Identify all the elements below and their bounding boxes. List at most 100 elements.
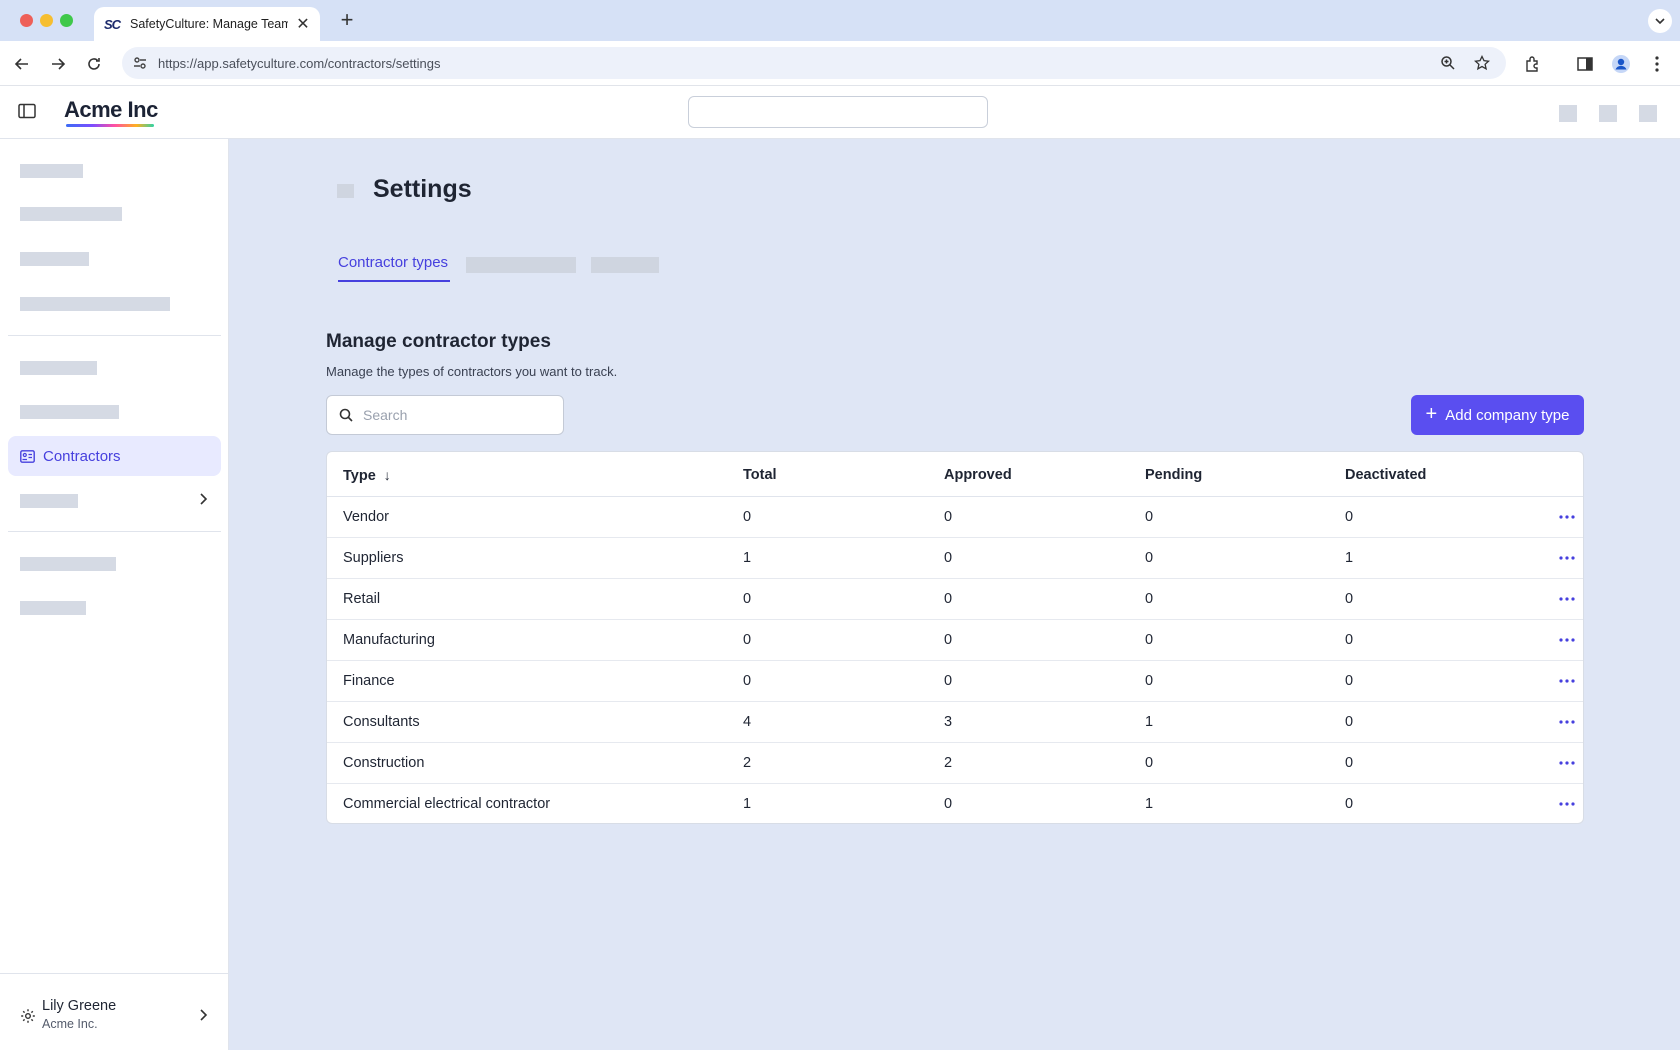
url-text: https://app.safetyculture.com/contractor… bbox=[158, 55, 441, 71]
tab-contractor-types[interactable]: Contractor types bbox=[338, 254, 448, 271]
cell-pending: 0 bbox=[1145, 755, 1154, 771]
window-close-button[interactable] bbox=[20, 14, 33, 27]
reload-button[interactable] bbox=[82, 52, 106, 76]
sidebar-divider bbox=[8, 531, 221, 532]
sidebar-item-placeholder[interactable] bbox=[20, 207, 122, 221]
column-header-deactivated: Deactivated bbox=[1345, 467, 1427, 483]
tab-close-icon[interactable]: ✕ bbox=[296, 14, 310, 34]
bookmark-star-icon[interactable] bbox=[1474, 47, 1490, 79]
column-header-type[interactable]: Type ↓ bbox=[343, 467, 391, 484]
chevron-right-icon[interactable] bbox=[196, 492, 210, 506]
search-icon bbox=[339, 408, 353, 422]
cell-deactivated: 0 bbox=[1345, 796, 1354, 812]
cell-approved: 0 bbox=[944, 591, 953, 607]
address-bar[interactable]: https://app.safetyculture.com/contractor… bbox=[122, 47, 1506, 79]
zoom-icon[interactable] bbox=[1440, 47, 1456, 79]
extensions-icon[interactable] bbox=[1521, 52, 1545, 76]
forward-button[interactable] bbox=[46, 52, 70, 76]
arrow-right-icon bbox=[52, 58, 66, 70]
user-name: Lily Greene bbox=[42, 998, 117, 1014]
profile-avatar-icon[interactable] bbox=[1609, 52, 1633, 76]
sidebar-toggle-icon[interactable] bbox=[18, 103, 38, 123]
table-row[interactable]: Consultants 4 3 1 0 bbox=[327, 702, 1583, 743]
cell-type: Finance bbox=[343, 673, 395, 689]
cell-total: 4 bbox=[743, 714, 752, 730]
browser-toolbar: https://app.safetyculture.com/contractor… bbox=[0, 41, 1680, 86]
cell-total: 0 bbox=[743, 509, 752, 525]
cell-approved: 0 bbox=[944, 509, 953, 525]
table-row[interactable]: Construction 2 2 0 0 bbox=[327, 743, 1583, 784]
arrow-left-icon bbox=[14, 58, 28, 70]
cell-deactivated: 0 bbox=[1345, 714, 1354, 730]
cell-type: Suppliers bbox=[343, 550, 404, 566]
search-field[interactable] bbox=[326, 395, 564, 435]
cell-type: Vendor bbox=[343, 509, 389, 525]
back-button[interactable] bbox=[10, 52, 34, 76]
sidebar-item-placeholder[interactable] bbox=[20, 164, 83, 178]
cell-pending: 0 bbox=[1145, 673, 1154, 689]
browser-tab[interactable]: SC SafetyCulture: Manage Teams and... ✕ bbox=[94, 7, 320, 41]
user-menu[interactable]: Lily Greene Acme Inc. bbox=[0, 973, 229, 1050]
more-options-icon[interactable] bbox=[1555, 752, 1579, 774]
column-header-label: Type bbox=[343, 468, 376, 484]
sidebar-item-placeholder[interactable] bbox=[20, 601, 86, 615]
more-options-icon[interactable] bbox=[1555, 506, 1579, 528]
cell-pending: 0 bbox=[1145, 632, 1154, 648]
table-row[interactable]: Finance 0 0 0 0 bbox=[327, 661, 1583, 702]
add-company-type-button[interactable]: + Add company type bbox=[1411, 395, 1584, 435]
chevron-right-icon bbox=[196, 1008, 210, 1022]
reload-icon bbox=[88, 58, 100, 70]
table-row[interactable]: Retail 0 0 0 0 bbox=[327, 579, 1583, 620]
cell-type: Manufacturing bbox=[343, 632, 435, 648]
chevron-down-icon bbox=[1655, 18, 1665, 25]
table-row[interactable]: Manufacturing 0 0 0 0 bbox=[327, 620, 1583, 661]
add-company-type-label: Add company type bbox=[1445, 406, 1570, 424]
tab-search-button[interactable] bbox=[1648, 9, 1672, 33]
back-button-placeholder[interactable] bbox=[337, 184, 354, 198]
section-description: Manage the types of contractors you want… bbox=[326, 364, 618, 379]
sidebar-item-contractors[interactable]: Contractors bbox=[8, 436, 221, 476]
cell-deactivated: 0 bbox=[1345, 632, 1354, 648]
sidebar-item-placeholder[interactable] bbox=[20, 405, 119, 419]
more-options-icon[interactable] bbox=[1555, 670, 1579, 692]
table-row[interactable]: Commercial electrical contractor 1 0 1 0 bbox=[327, 784, 1583, 823]
sort-descending-icon[interactable]: ↓ bbox=[384, 467, 391, 483]
more-options-icon[interactable] bbox=[1555, 711, 1579, 733]
header-action-placeholder[interactable] bbox=[1599, 105, 1617, 122]
site-settings-icon[interactable] bbox=[132, 55, 148, 71]
cell-deactivated: 0 bbox=[1345, 755, 1354, 771]
column-header-approved: Approved bbox=[944, 467, 1012, 483]
search-input[interactable] bbox=[363, 407, 543, 423]
global-search-input[interactable] bbox=[688, 96, 988, 128]
more-options-icon[interactable] bbox=[1555, 588, 1579, 610]
table-row[interactable]: Vendor 0 0 0 0 bbox=[327, 497, 1583, 538]
window-maximize-button[interactable] bbox=[60, 14, 73, 27]
side-panel-icon[interactable] bbox=[1573, 52, 1597, 76]
sidebar-item-placeholder[interactable] bbox=[20, 252, 89, 266]
page-title: Settings bbox=[373, 175, 472, 203]
window-minimize-button[interactable] bbox=[40, 14, 53, 27]
cell-deactivated: 0 bbox=[1345, 673, 1354, 689]
table-row[interactable]: Suppliers 1 0 0 1 bbox=[327, 538, 1583, 579]
header-action-placeholder[interactable] bbox=[1639, 105, 1657, 122]
browser-menu-icon[interactable] bbox=[1645, 52, 1669, 76]
more-options-icon[interactable] bbox=[1555, 793, 1579, 815]
more-options-icon[interactable] bbox=[1555, 629, 1579, 651]
tab-placeholder[interactable] bbox=[591, 257, 659, 273]
cell-approved: 0 bbox=[944, 673, 953, 689]
cell-approved: 0 bbox=[944, 550, 953, 566]
sidebar-item-placeholder[interactable] bbox=[20, 297, 170, 311]
tab-placeholder[interactable] bbox=[466, 257, 576, 273]
cell-pending: 1 bbox=[1145, 714, 1154, 730]
sidebar-item-placeholder[interactable] bbox=[20, 557, 116, 571]
column-header-pending: Pending bbox=[1145, 467, 1203, 483]
cell-type: Consultants bbox=[343, 714, 420, 730]
new-tab-button[interactable]: + bbox=[335, 9, 359, 33]
contractor-types-table: Type ↓ Total Approved Pending Deactivated… bbox=[326, 451, 1584, 824]
company-logo[interactable]: Acme Inc bbox=[64, 97, 158, 123]
more-options-icon[interactable] bbox=[1555, 547, 1579, 569]
sidebar-item-placeholder[interactable] bbox=[20, 494, 78, 508]
sidebar-item-placeholder[interactable] bbox=[20, 361, 97, 375]
header-action-placeholder[interactable] bbox=[1559, 105, 1577, 122]
sidebar-divider bbox=[8, 335, 221, 336]
